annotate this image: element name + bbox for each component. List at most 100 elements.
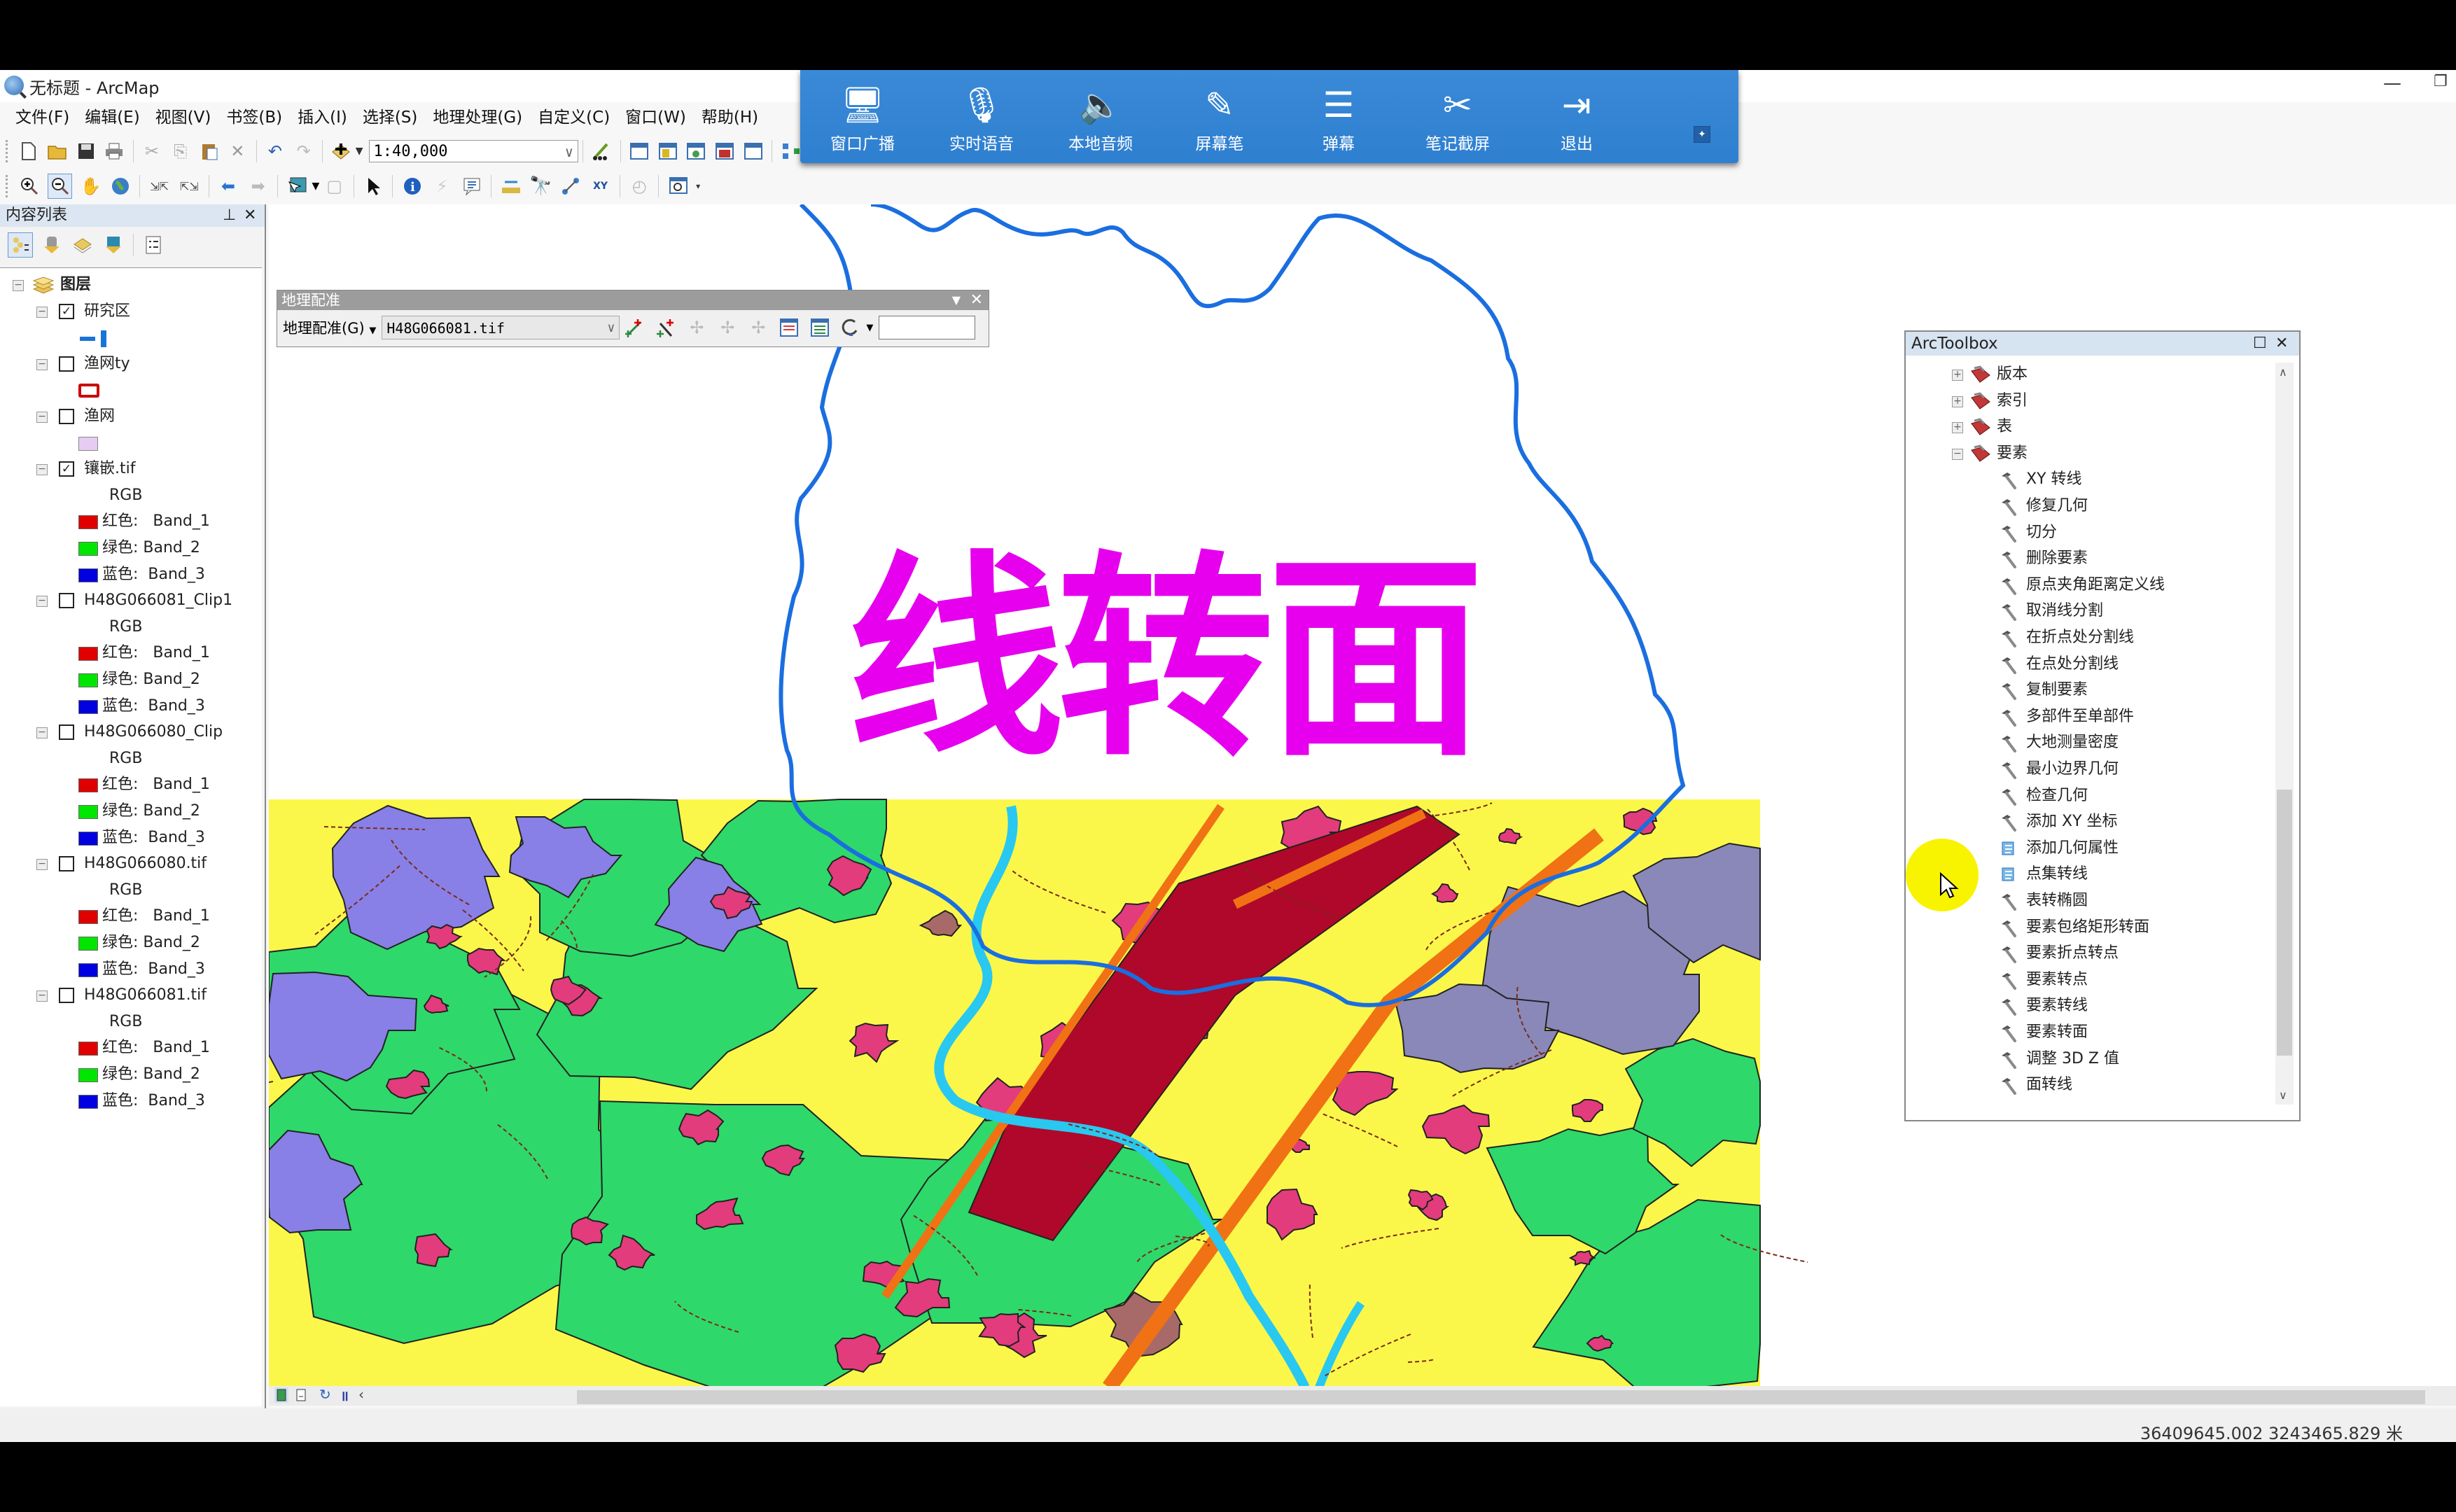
collapse-icon[interactable]: −: [36, 464, 48, 476]
find-icon[interactable]: 🔭: [529, 174, 552, 198]
tool-row[interactable]: 在折点处分割线: [1916, 626, 2252, 650]
collapse-icon[interactable]: −: [36, 306, 48, 318]
expand-icon[interactable]: +: [1952, 396, 1963, 407]
catalog-window-icon[interactable]: [657, 139, 678, 163]
full-extent-icon[interactable]: [109, 174, 132, 198]
georef-titlebar[interactable]: 地理配准 ▼ ✕: [277, 290, 989, 310]
map-horizontal-scrollbar[interactable]: [577, 1390, 2425, 1404]
select-dropdown-icon[interactable]: ▼: [312, 181, 319, 192]
magnifier-icon[interactable]: [667, 174, 690, 198]
list-by-source-icon[interactable]: [40, 233, 64, 257]
list-by-selection-icon[interactable]: [102, 233, 125, 257]
layer-row[interactable]: − H48G066081_Clip1: [0, 588, 259, 613]
layer-visibility-checkbox[interactable]: [59, 856, 74, 872]
html-popup-icon[interactable]: [461, 174, 484, 198]
delete-link-icon[interactable]: ✢: [746, 316, 770, 340]
zoom-out-icon[interactable]: [48, 174, 73, 199]
layer-group-row[interactable]: − 图层: [10, 272, 248, 298]
scroll-up-icon[interactable]: ∧: [2279, 365, 2287, 379]
add-data-icon[interactable]: [330, 139, 352, 163]
rotate-angle-input[interactable]: [879, 316, 976, 340]
menu-item[interactable]: 编辑(E): [85, 102, 139, 133]
new-document-icon[interactable]: [18, 139, 40, 163]
modelbuilder-icon[interactable]: [780, 139, 802, 163]
menu-item[interactable]: 自定义(C): [538, 102, 610, 133]
layer-visibility-checkbox[interactable]: [59, 593, 74, 609]
layer-visibility-checkbox[interactable]: [59, 409, 74, 424]
overlay-toolbar-button[interactable]: ⇥ 退出: [1524, 84, 1629, 154]
layer-row[interactable]: − ✓ 研究区: [0, 299, 259, 324]
tool-row[interactable]: 调整 3D Z 值: [1916, 1047, 2252, 1071]
search-window-icon[interactable]: [685, 139, 707, 163]
menu-item[interactable]: 窗口(W): [625, 102, 686, 133]
tool-row[interactable]: 添加 XY 坐标: [1916, 810, 2252, 834]
open-folder-icon[interactable]: [46, 139, 68, 163]
view-link-table-2-icon[interactable]: [808, 316, 832, 340]
view-link-table-icon[interactable]: [777, 316, 801, 340]
toc-options-icon[interactable]: [141, 233, 165, 257]
tool-row[interactable]: 要素转点: [1916, 968, 2252, 992]
select-features-icon[interactable]: [286, 174, 309, 198]
layer-visibility-checkbox[interactable]: [59, 988, 74, 1004]
menu-item[interactable]: 插入(I): [298, 102, 347, 133]
tool-row[interactable]: 最小边界几何: [1916, 757, 2252, 781]
menu-item[interactable]: 帮助(H): [702, 102, 758, 133]
menu-item[interactable]: 选择(S): [363, 102, 418, 133]
close-icon[interactable]: ✕: [244, 204, 256, 227]
toolbar-grip[interactable]: [6, 175, 11, 197]
python-window-icon[interactable]: [743, 139, 765, 163]
collapse-icon[interactable]: −: [13, 280, 24, 291]
time-slider-icon[interactable]: ◴: [628, 174, 651, 198]
map-scale-combobox[interactable]: 1:40,000 ∨: [368, 140, 578, 162]
add-control-points-icon[interactable]: [623, 316, 647, 340]
overlay-toolbar-button[interactable]: ✎ 屏幕笔: [1167, 84, 1272, 154]
pan-icon[interactable]: ✋: [79, 174, 102, 198]
overlay-toolbar-button[interactable]: 🔈 本地音频: [1048, 84, 1153, 154]
auto-adjust-icon[interactable]: [654, 316, 678, 340]
layer-row[interactable]: − H48G066081.tif: [0, 983, 259, 1008]
toolbox-scrollbar[interactable]: ∧ ∨: [2275, 363, 2294, 1105]
copy-icon[interactable]: ⎘: [169, 139, 191, 163]
toolbar-grip[interactable]: [6, 140, 11, 162]
layer-visibility-checkbox[interactable]: [59, 356, 74, 372]
expand-icon[interactable]: +: [1952, 370, 1963, 381]
overlay-toolbar-button[interactable]: 🖥 窗口广播: [810, 84, 915, 154]
print-icon[interactable]: [104, 139, 125, 163]
tool-row[interactable]: 检查几何: [1916, 784, 2252, 808]
go-to-xy-icon[interactable]: XY: [589, 174, 612, 198]
overlay-toolbar-button[interactable]: ✂ 笔记截屏: [1405, 84, 1510, 154]
toolset-row[interactable]: + 索引: [1916, 389, 2252, 413]
editor-toolbar-icon[interactable]: [591, 139, 613, 163]
arctoolbox-icon[interactable]: [714, 139, 736, 163]
layer-visibility-checkbox[interactable]: ✓: [59, 461, 74, 477]
data-view-icon[interactable]: [274, 1387, 288, 1403]
close-icon[interactable]: ✕: [970, 290, 983, 310]
zoom-in-icon[interactable]: [18, 174, 41, 198]
undo-icon[interactable]: ↶: [265, 139, 286, 163]
tool-row[interactable]: 要素转线: [1916, 994, 2252, 1018]
menu-item[interactable]: 文件(F): [15, 102, 69, 133]
scroll-down-icon[interactable]: ∨: [2279, 1088, 2287, 1102]
toolbar-options-icon[interactable]: ▾: [696, 181, 700, 191]
toolset-row[interactable]: + 版本: [1916, 363, 2252, 386]
expand-icon[interactable]: +: [1952, 422, 1963, 434]
georef-menu-button[interactable]: 地理配准(G) ▼: [283, 317, 376, 338]
close-icon[interactable]: ✕: [2275, 332, 2288, 356]
tool-row[interactable]: 要素转面: [1916, 1021, 2252, 1044]
tool-row[interactable]: 切分: [1916, 521, 2252, 545]
clear-selection-icon[interactable]: ▢: [323, 174, 346, 198]
delete-icon[interactable]: ✕: [227, 139, 249, 163]
find-route-icon[interactable]: [559, 174, 582, 198]
collapse-icon[interactable]: −: [36, 727, 48, 739]
cut-icon[interactable]: ✂: [141, 139, 163, 163]
measure-icon[interactable]: [499, 174, 522, 198]
layer-visibility-checkbox[interactable]: ✓: [59, 303, 74, 319]
select-elements-icon[interactable]: [362, 174, 385, 198]
list-by-drawing-order-icon[interactable]: [8, 232, 33, 258]
zoom-to-selected-link-icon[interactable]: ✢: [716, 316, 739, 340]
scrollbar-thumb[interactable]: [2277, 790, 2292, 1056]
tool-row[interactable]: XY 转线: [1916, 468, 2252, 491]
pin-toolbar-icon[interactable]: ✦: [1694, 126, 1710, 143]
identify-icon[interactable]: i: [400, 174, 424, 198]
pause-drawing-icon[interactable]: ॥: [340, 1386, 349, 1405]
